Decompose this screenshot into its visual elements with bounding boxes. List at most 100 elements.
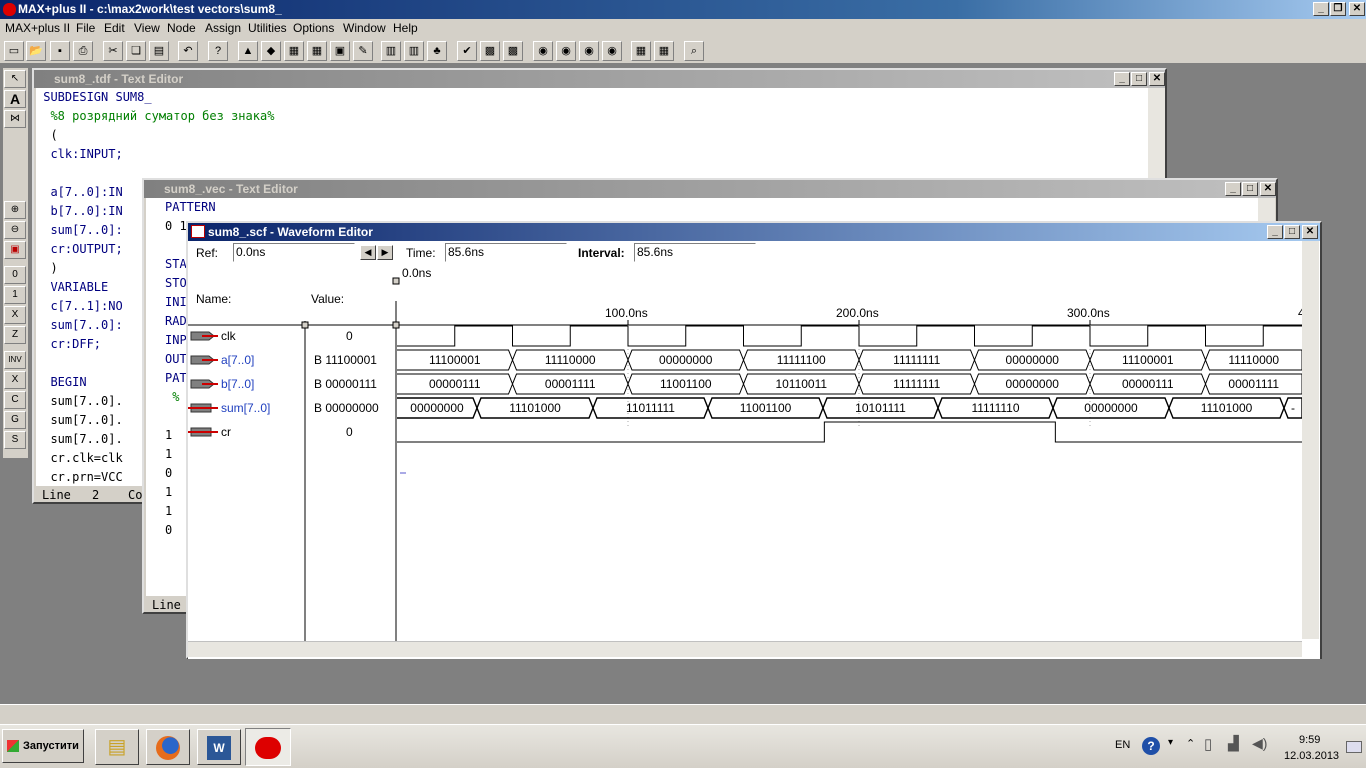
scf-close-button[interactable]: ✕ [1302, 225, 1318, 239]
dont-care-x-icon[interactable]: X [4, 306, 26, 324]
timing-analyzer-icon[interactable]: ♣ [427, 41, 447, 61]
app-minimize-button[interactable]: _ [1313, 2, 1329, 16]
language-indicator[interactable]: EN [1115, 739, 1130, 751]
signal-value: B 11100001 [314, 353, 377, 367]
fit-in-window-icon[interactable]: ▣ [4, 241, 26, 259]
explorer-taskbar-icon[interactable]: ▤ [95, 729, 139, 765]
menu-node[interactable]: Node [167, 19, 196, 38]
firefox-taskbar-icon[interactable] [146, 729, 190, 765]
save-simulate-icon[interactable]: ▩ [503, 41, 523, 61]
hierarchy-display-icon[interactable]: ▦ [284, 41, 304, 61]
overwrite-clock-icon[interactable]: X [4, 371, 26, 389]
zoom-fit-icon[interactable]: ⌕ [684, 41, 704, 61]
tdf-maximize-button[interactable]: □ [1131, 72, 1147, 86]
waveform-doc-icon [191, 225, 205, 238]
vec-title-bar[interactable]: sum8_.vec - Text Editor [144, 180, 1276, 198]
find-node-floor-icon[interactable]: ◉ [602, 41, 622, 61]
menu-options[interactable]: Options [293, 19, 334, 38]
maxplus-taskbar-icon[interactable] [245, 728, 291, 766]
project-save-check-icon[interactable]: ▣ [330, 41, 350, 61]
menu-utilities[interactable]: Utilities [248, 19, 287, 38]
vec-maximize-button[interactable]: □ [1242, 182, 1258, 196]
vec-close-button[interactable]: ✕ [1260, 182, 1276, 196]
vec-minimize-button[interactable]: _ [1225, 182, 1241, 196]
overwrite-count-icon[interactable]: C [4, 391, 26, 409]
signal-value: B 00000111 [314, 377, 377, 391]
menu-view[interactable]: View [134, 19, 160, 38]
invert-icon[interactable]: INV [4, 351, 26, 369]
signal-name: b[7..0] [221, 377, 254, 391]
scf-minimize-button[interactable]: _ [1267, 225, 1283, 239]
bus-value: 11110000 [545, 353, 596, 367]
volume-icon[interactable]: ◀) [1252, 735, 1267, 752]
tdf-title-bar[interactable]: sum8_.tdf - Text Editor [34, 70, 1165, 88]
save-check-icon[interactable]: ✔ [457, 41, 477, 61]
paste-icon[interactable]: ▤ [149, 41, 169, 61]
grid-disabled-icon[interactable]: ▦ [654, 41, 674, 61]
scf-vertical-scrollbar[interactable] [1302, 241, 1319, 639]
menu-edit[interactable]: Edit [104, 19, 125, 38]
find-node-icon[interactable]: ◉ [533, 41, 553, 61]
print-icon[interactable]: ⎙ [73, 41, 93, 61]
open-hierarchy-icon[interactable]: ◆ [261, 41, 281, 61]
app-title-bar[interactable]: MAX+plus II - c:\max2work\test vectors\s… [0, 0, 1366, 19]
language-menu-icon[interactable]: ▾ [1168, 737, 1173, 748]
hierarchy-up-icon[interactable]: ▲ [238, 41, 258, 61]
bus-value: 00000111 [429, 377, 481, 391]
clock-date[interactable]: 12.03.2013 [1284, 750, 1339, 762]
scf-title-bar[interactable]: sum8_.scf - Waveform Editor [188, 223, 1320, 241]
bus-value: 10101111 [855, 401, 906, 415]
save-icon[interactable]: ▪ [50, 41, 70, 61]
text-tool-icon[interactable]: A [4, 90, 26, 108]
word-taskbar-icon[interactable]: W [197, 729, 241, 765]
find-node-design-icon[interactable]: ◉ [579, 41, 599, 61]
show-hidden-icons-icon[interactable]: ⌃ [1186, 737, 1195, 750]
open-folder-icon[interactable]: 📂 [26, 41, 46, 61]
clock-time[interactable]: 9:59 [1299, 734, 1320, 746]
scf-horizontal-scrollbar[interactable] [188, 641, 1302, 657]
menu-help[interactable]: Help [393, 19, 418, 38]
bus-value: 11111111 [893, 377, 940, 391]
menu-maxplus[interactable]: MAX+plus II [5, 19, 70, 38]
overwrite-state-icon[interactable]: S [4, 431, 26, 449]
high-1-icon[interactable]: 1 [4, 286, 26, 304]
network-icon[interactable]: ▟ [1228, 735, 1239, 752]
find-node-ab-icon[interactable]: ◉ [556, 41, 576, 61]
context-help-icon[interactable]: ? [208, 41, 228, 61]
save-compile-icon[interactable]: ▩ [480, 41, 500, 61]
menu-window[interactable]: Window [343, 19, 386, 38]
help-icon[interactable]: ? [1142, 737, 1160, 755]
undo-icon[interactable]: ↶ [178, 41, 198, 61]
start-button[interactable]: Запустити [2, 729, 84, 763]
selection-tool-icon[interactable]: ↖ [4, 70, 26, 88]
project-save-compile-icon[interactable]: ✎ [353, 41, 373, 61]
overwrite-group-icon[interactable]: G [4, 411, 26, 429]
safely-remove-icon[interactable]: ▯ [1204, 735, 1212, 753]
waveform-edit-icon[interactable]: ⋈ [4, 110, 26, 128]
menu-file[interactable]: File [76, 19, 95, 38]
waveform-canvas[interactable]: 100.0ns 200.0ns 300.0ns 4clk 0a[7..0] B 11100… [188, 241, 1302, 641]
input-pin-icon [190, 355, 218, 365]
copy-icon[interactable]: ❏ [126, 41, 146, 61]
zoom-in-icon[interactable]: ⊕ [4, 201, 26, 219]
column-handle-icon [301, 321, 309, 329]
app-title: MAX+plus II - c:\max2work\test vectors\s… [18, 2, 282, 16]
cut-icon[interactable]: ✂ [103, 41, 123, 61]
zoom-out-icon[interactable]: ⊖ [4, 221, 26, 239]
show-desktop-icon[interactable] [1346, 741, 1362, 753]
bus-value: 00000000 [659, 353, 713, 367]
high-impedance-z-icon[interactable]: Z [4, 326, 26, 344]
grid-icon[interactable]: ▦ [631, 41, 651, 61]
simulator-icon[interactable]: ▥ [404, 41, 424, 61]
tdf-close-button[interactable]: ✕ [1149, 72, 1165, 86]
floorplan-icon[interactable]: ▦ [307, 41, 327, 61]
tdf-minimize-button[interactable]: _ [1114, 72, 1130, 86]
app-restore-button[interactable]: ❐ [1330, 2, 1346, 16]
scf-maximize-button[interactable]: □ [1284, 225, 1300, 239]
tdf-code-line: %8 розрядний суматор без знака% [36, 109, 275, 123]
compiler-icon[interactable]: ▥ [381, 41, 401, 61]
menu-assign[interactable]: Assign [205, 19, 241, 38]
low-0-icon[interactable]: 0 [4, 266, 26, 284]
new-file-icon[interactable]: ▭ [4, 41, 24, 61]
app-close-button[interactable]: ✕ [1349, 2, 1365, 16]
